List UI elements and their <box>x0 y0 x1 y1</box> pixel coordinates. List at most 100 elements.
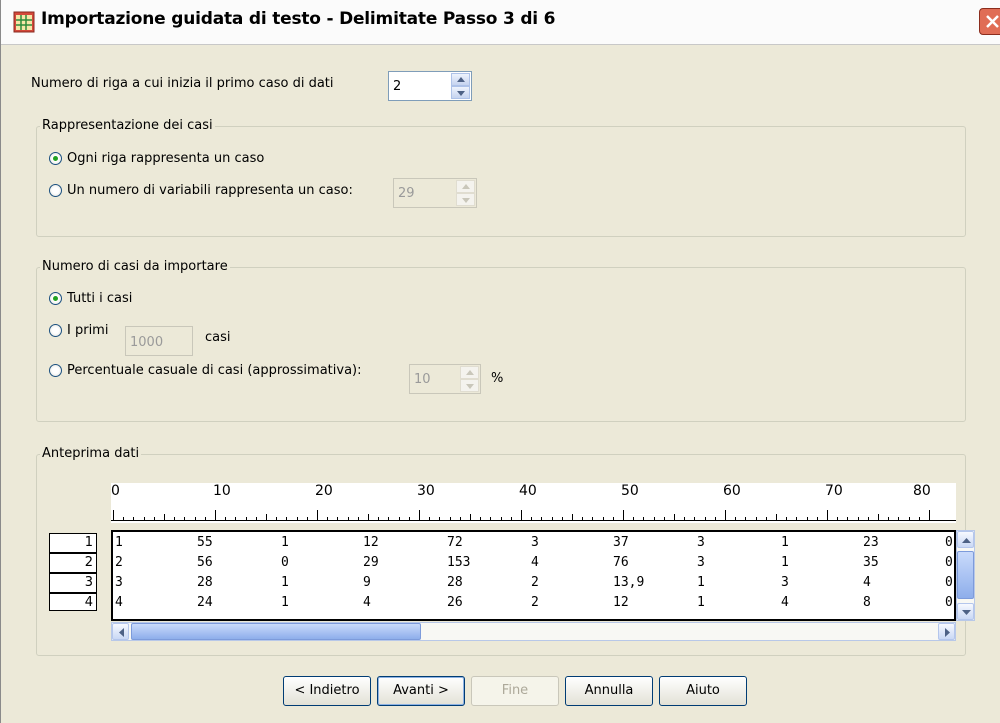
percent-spinner[interactable]: 10 <box>409 364 481 394</box>
option-percent-label[interactable]: Percentuale casuale di casi (approssimat… <box>67 363 362 378</box>
radio-each-line[interactable] <box>49 152 62 165</box>
ruler-tick <box>215 510 216 520</box>
preview-cell: 4 <box>863 575 871 590</box>
ruler-label: 80 <box>913 483 931 499</box>
cancel-button[interactable]: Annulla <box>565 676 653 706</box>
next-button[interactable]: Avanti > <box>377 676 465 706</box>
ruler-tick <box>704 517 706 520</box>
data-preview-grid[interactable]: 1 55 1 12 72 3 37 3 1 23 0 2 56 0 29 153 4 76 3 1 35 0 3 28 1 9 28… <box>111 530 956 621</box>
ruler-tick <box>857 517 859 520</box>
preview-cell: 1 <box>781 555 789 570</box>
ruler-tick <box>745 517 747 520</box>
percent-suffix: % <box>491 371 504 386</box>
option-num-vars-label[interactable]: Un numero di variabili rappresenta un ca… <box>67 183 353 198</box>
ruler-tick <box>439 517 441 520</box>
ruler-tick <box>388 517 390 520</box>
ruler-tick <box>908 517 910 520</box>
ruler-tick <box>337 517 339 520</box>
spinner-up-arrow-icon[interactable] <box>460 366 479 379</box>
scroll-thumb[interactable] <box>131 623 421 640</box>
ruler-tick <box>317 510 318 520</box>
preview-cell: 1 <box>281 535 289 550</box>
preview-cell: 12 <box>363 535 379 550</box>
arrow-right-icon <box>945 628 950 637</box>
back-button[interactable]: < Indietro <box>283 676 371 706</box>
scroll-left-button[interactable] <box>112 623 129 640</box>
preview-cell: 2 <box>531 575 539 590</box>
spinner-down-arrow-icon[interactable] <box>460 379 479 392</box>
ruler-tick <box>674 514 675 520</box>
ruler-tick <box>592 517 594 520</box>
ruler-label: 60 <box>723 483 741 499</box>
scroll-right-button[interactable] <box>938 623 955 640</box>
scroll-up-button[interactable] <box>957 531 974 548</box>
data-preview-title: Anteprima dati <box>40 446 142 461</box>
preview-cell: 2 <box>531 595 539 610</box>
scroll-thumb[interactable] <box>957 551 974 599</box>
ruler-label: 40 <box>519 483 537 499</box>
spinner-up-arrow-icon[interactable] <box>456 180 475 193</box>
ruler-tick <box>449 517 451 520</box>
help-button[interactable]: Aiuto <box>659 676 747 706</box>
case-representation-group <box>36 126 966 237</box>
option-each-line-label[interactable]: Ogni riga rappresenta un caso <box>67 151 264 166</box>
arrow-left-icon <box>119 628 124 637</box>
ruler-tick <box>612 517 614 520</box>
ruler-tick <box>796 517 798 520</box>
ruler-tick <box>582 517 584 520</box>
ruler-label: 20 <box>315 483 333 499</box>
ruler-tick <box>765 517 767 520</box>
preview-cell: 3 <box>531 535 539 550</box>
ruler-tick <box>714 517 716 520</box>
spinner-down-arrow-icon[interactable] <box>451 86 470 99</box>
ruler-tick <box>123 517 125 520</box>
scroll-down-button[interactable] <box>957 603 974 620</box>
finish-button[interactable]: Fine <box>471 676 559 706</box>
ruler-tick <box>113 510 114 520</box>
first-case-row-label: Numero di riga a cui inizia il primo cas… <box>31 76 334 91</box>
ruler-tick <box>419 510 420 520</box>
radio-first-cases[interactable] <box>49 324 62 337</box>
ruler-tick <box>878 514 879 520</box>
first-case-row-spinner[interactable]: 2 <box>388 71 472 101</box>
column-ruler[interactable]: 0 10 20 30 40 50 60 70 80 <box>111 483 956 523</box>
radio-num-vars[interactable] <box>49 184 62 197</box>
preview-cell: 153 <box>447 555 471 570</box>
preview-cell: 55 <box>197 535 213 550</box>
ruler-tick <box>551 517 553 520</box>
case-representation-title: Rappresentazione dei casi <box>40 118 215 133</box>
num-vars-value: 29 <box>398 186 415 201</box>
preview-vertical-scrollbar[interactable] <box>956 530 975 621</box>
option-first-cases-label[interactable]: I primi <box>67 323 108 338</box>
preview-horizontal-scrollbar[interactable] <box>111 622 956 641</box>
row-number: 3 <box>49 573 97 593</box>
ruler-tick <box>898 517 900 520</box>
preview-cell: 56 <box>197 555 213 570</box>
ruler-tick <box>735 517 737 520</box>
ruler-tick <box>867 517 869 520</box>
first-cases-input[interactable]: 1000 <box>125 326 193 356</box>
ruler-tick <box>643 517 645 520</box>
ruler-tick <box>327 517 329 520</box>
radio-percent-cases[interactable] <box>49 364 62 377</box>
first-cases-value: 1000 <box>130 335 164 350</box>
spinner-up-arrow-icon[interactable] <box>451 73 470 86</box>
ruler-tick <box>827 510 828 520</box>
ruler-tick <box>357 517 359 520</box>
preview-cell: 1 <box>115 535 123 550</box>
close-button[interactable] <box>979 8 1000 35</box>
preview-cell: 1 <box>281 575 289 590</box>
ruler-tick <box>776 514 777 520</box>
num-vars-spinner[interactable]: 29 <box>393 178 477 208</box>
preview-cell: 13,9 <box>613 575 645 590</box>
radio-all-cases[interactable] <box>49 292 62 305</box>
ruler-tick <box>276 517 278 520</box>
ruler-tick <box>918 517 920 520</box>
spinner-down-arrow-icon[interactable] <box>456 193 475 206</box>
ruler-tick <box>561 517 563 520</box>
preview-cell: 0 <box>945 595 953 610</box>
ruler-tick <box>225 517 227 520</box>
arrow-down-icon <box>962 610 971 615</box>
preview-cell: 4 <box>115 595 123 610</box>
option-all-cases-label[interactable]: Tutti i casi <box>67 291 132 306</box>
